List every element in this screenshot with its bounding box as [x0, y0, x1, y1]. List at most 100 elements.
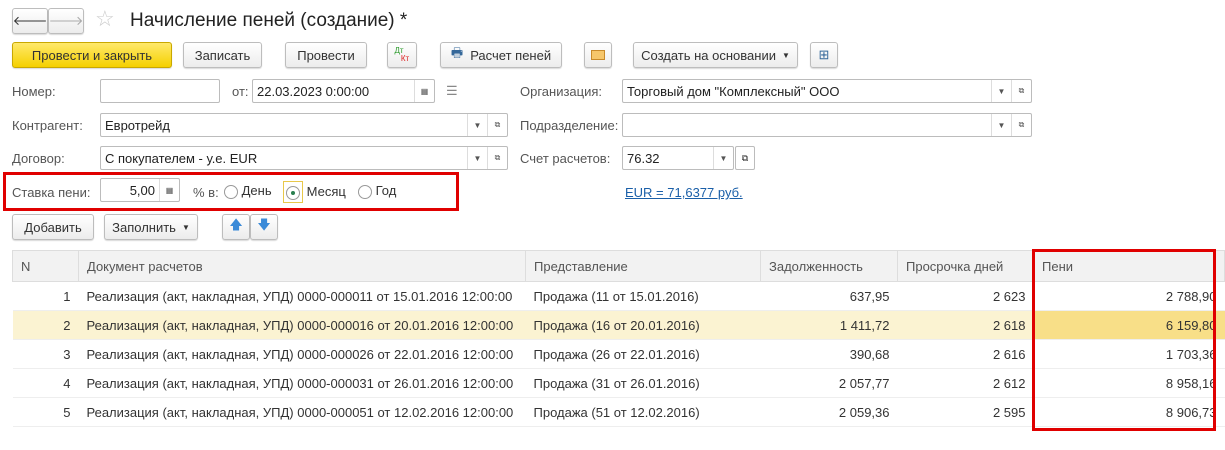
- cell-debt[interactable]: 1 411,72: [760, 310, 898, 340]
- arrow-left-icon: 🡐: [12, 13, 48, 28]
- radio-icon: [224, 184, 238, 199]
- contract-value: С покупателем - у.е. EUR: [105, 150, 258, 166]
- comment-icon[interactable]: ☰: [446, 83, 458, 99]
- contract-field[interactable]: С покупателем - у.е. EUR ▼ ⧉: [100, 146, 508, 170]
- radio-year-label: Год: [375, 183, 397, 198]
- add-button[interactable]: Добавить: [12, 214, 94, 240]
- cell-representation[interactable]: Продажа (51 от 12.02.2016): [525, 397, 761, 427]
- cell-debt[interactable]: 390,68: [760, 339, 898, 369]
- structure-button[interactable]: ⊞: [810, 42, 838, 68]
- currency-rate-link[interactable]: EUR = 71,6377 руб.: [625, 185, 743, 200]
- open-icon[interactable]: ⧉: [1011, 80, 1031, 102]
- cell-overdue-days[interactable]: 2 623: [897, 281, 1034, 311]
- move-up-button[interactable]: 🡅: [222, 214, 250, 240]
- date-value: 22.03.2023 0:00:00: [257, 83, 370, 99]
- rate-value: 5,00: [129, 182, 155, 198]
- post-and-close-button[interactable]: Провести и закрыть: [12, 42, 172, 68]
- dropdown-icon[interactable]: ▼: [991, 80, 1011, 102]
- col-debt[interactable]: Задолженность: [760, 250, 898, 282]
- open-icon[interactable]: ⧉: [1011, 114, 1031, 136]
- cell-n[interactable]: 4: [12, 368, 79, 398]
- chevron-down-icon: ▼: [781, 50, 790, 60]
- account-label: Счет расчетов:: [520, 151, 611, 166]
- dt-kt-button[interactable]: Дт Кт: [387, 42, 417, 68]
- date-label: от:: [232, 84, 249, 99]
- cell-document[interactable]: Реализация (акт, накладная, УПД) 0000-00…: [78, 339, 526, 369]
- cell-representation[interactable]: Продажа (16 от 20.01.2016): [525, 310, 761, 340]
- chevron-down-icon: ▼: [181, 222, 190, 232]
- cell-document[interactable]: Реализация (акт, накладная, УПД) 0000-00…: [78, 368, 526, 398]
- per-label: % в:: [193, 185, 219, 200]
- number-field[interactable]: [100, 79, 220, 103]
- contractor-field[interactable]: Евротрейд ▼ ⧉: [100, 113, 508, 137]
- dropdown-icon[interactable]: ▼: [991, 114, 1011, 136]
- radio-month-label: Месяц: [306, 184, 346, 199]
- cell-representation[interactable]: Продажа (11 от 15.01.2016): [525, 281, 761, 311]
- dropdown-icon[interactable]: ▼: [467, 147, 487, 169]
- arrow-right-icon: 🡒: [48, 13, 84, 28]
- cell-n[interactable]: 3: [12, 339, 79, 369]
- radio-icon: [286, 185, 300, 200]
- account-field[interactable]: 76.32 ▼: [622, 146, 734, 170]
- cell-overdue-days[interactable]: 2 612: [897, 368, 1034, 398]
- move-down-button[interactable]: 🡇: [250, 214, 278, 240]
- account-value: 76.32: [627, 150, 660, 166]
- forward-button[interactable]: 🡒: [48, 8, 84, 34]
- organization-label: Организация:: [520, 84, 603, 99]
- rate-label: Ставка пени:: [12, 185, 91, 200]
- organization-value: Торговый дом "Комплексный" ООО: [627, 83, 840, 99]
- structure-icon: ⊞: [818, 47, 830, 62]
- account-open-button[interactable]: ⧉: [735, 146, 755, 170]
- cell-debt[interactable]: 637,95: [760, 281, 898, 311]
- printer-icon: 🖶: [450, 45, 464, 60]
- contract-label: Договор:: [12, 151, 65, 166]
- dropdown-icon[interactable]: ▼: [467, 114, 487, 136]
- radio-focus-frame: [283, 181, 303, 203]
- cell-representation[interactable]: Продажа (26 от 22.01.2016): [525, 339, 761, 369]
- calendar-icon[interactable]: ▦: [414, 80, 434, 102]
- dropdown-icon[interactable]: ▼: [713, 147, 733, 169]
- cell-overdue-days[interactable]: 2 595: [897, 397, 1034, 427]
- radio-icon: [358, 184, 372, 199]
- date-field[interactable]: 22.03.2023 0:00:00 ▦: [252, 79, 435, 103]
- create-based-on-label: Создать на основании: [641, 47, 776, 63]
- create-based-on-button[interactable]: Создать на основании ▼: [633, 42, 798, 68]
- favorite-star-icon[interactable]: ☆: [95, 6, 115, 32]
- save-button[interactable]: Записать: [183, 42, 262, 68]
- radio-month[interactable]: Месяц: [283, 181, 346, 203]
- calc-penalties-button[interactable]: 🖶 Расчет пеней: [440, 42, 562, 68]
- radio-year[interactable]: Год: [358, 183, 396, 199]
- radio-day-label: День: [241, 183, 272, 198]
- cell-overdue-days[interactable]: 2 616: [897, 339, 1034, 369]
- back-button[interactable]: 🡐: [12, 8, 48, 34]
- col-representation[interactable]: Представление: [525, 250, 761, 282]
- open-icon[interactable]: ⧉: [487, 114, 507, 136]
- post-button[interactable]: Провести: [285, 42, 367, 68]
- calc-penalties-label: Расчет пеней: [470, 47, 552, 63]
- col-document[interactable]: Документ расчетов: [78, 250, 526, 282]
- organization-field[interactable]: Торговый дом "Комплексный" ООО ▼ ⧉: [622, 79, 1032, 103]
- cell-n[interactable]: 1: [12, 281, 79, 311]
- arrow-up-icon: 🡅: [229, 217, 243, 232]
- cell-debt[interactable]: 2 059,36: [760, 397, 898, 427]
- highlight-penalty-column: [1032, 249, 1216, 431]
- cell-representation[interactable]: Продажа (31 от 26.01.2016): [525, 368, 761, 398]
- cell-n[interactable]: 5: [12, 397, 79, 427]
- cell-debt[interactable]: 2 057,77: [760, 368, 898, 398]
- cell-n[interactable]: 2: [12, 310, 79, 340]
- cell-overdue-days[interactable]: 2 618: [897, 310, 1034, 340]
- division-field[interactable]: ▼ ⧉: [622, 113, 1032, 137]
- rate-field[interactable]: 5,00 ▦: [100, 178, 180, 202]
- cell-document[interactable]: Реализация (акт, накладная, УПД) 0000-00…: [78, 397, 526, 427]
- open-icon: ⧉: [741, 152, 749, 163]
- col-overdue-days[interactable]: Просрочка дней: [897, 250, 1034, 282]
- cell-document[interactable]: Реализация (акт, накладная, УПД) 0000-00…: [78, 310, 526, 340]
- radio-day[interactable]: День: [224, 183, 272, 199]
- calculator-icon[interactable]: ▦: [159, 179, 179, 201]
- fill-button[interactable]: Заполнить ▼: [104, 214, 198, 240]
- col-n[interactable]: N: [12, 250, 79, 282]
- open-icon[interactable]: ⧉: [487, 147, 507, 169]
- cell-document[interactable]: Реализация (акт, накладная, УПД) 0000-00…: [78, 281, 526, 311]
- email-button[interactable]: [584, 42, 612, 68]
- contractor-value: Евротрейд: [105, 117, 171, 133]
